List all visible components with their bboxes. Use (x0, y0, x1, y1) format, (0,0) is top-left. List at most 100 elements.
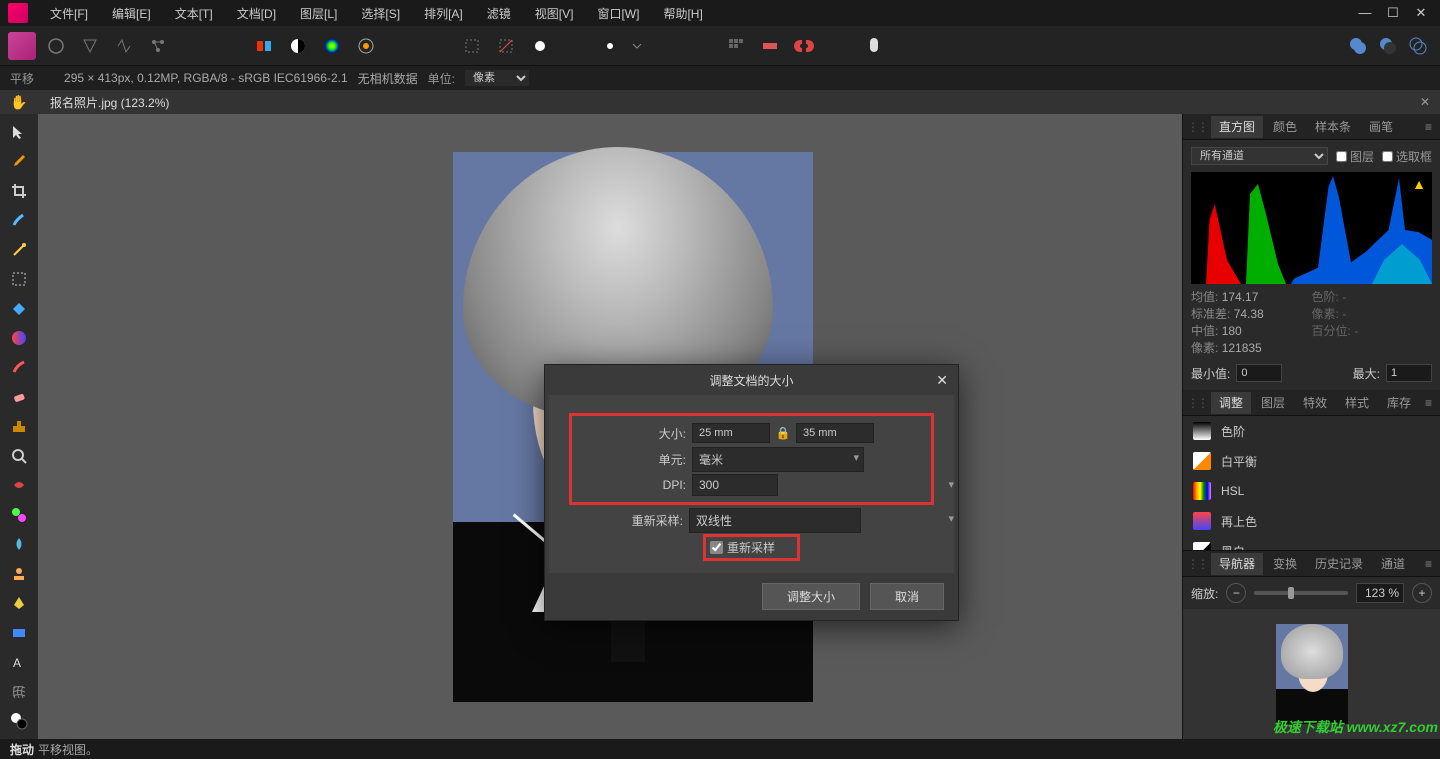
dpi-input[interactable]: 300 (692, 474, 778, 496)
adjustment-recolor[interactable]: 再上色 (1183, 506, 1440, 536)
paint-brush-tool-icon[interactable] (9, 358, 29, 377)
selection-mode-icon[interactable] (458, 32, 486, 60)
quick-mask-icon[interactable] (596, 32, 624, 60)
soft-proof-icon[interactable] (352, 32, 380, 60)
brush-tool-icon[interactable] (9, 210, 29, 229)
move-tool-icon[interactable] (9, 122, 29, 141)
tab-layers[interactable]: 图层 (1253, 392, 1293, 414)
persona-icon[interactable] (8, 32, 36, 60)
clone-tool-icon[interactable] (9, 417, 29, 436)
refine-selection-icon[interactable] (526, 32, 554, 60)
text-tool-icon[interactable]: A (9, 652, 29, 671)
channel-select[interactable]: 所有通道 (1191, 147, 1328, 165)
document-tab[interactable]: 报名照片.jpg (123.2%) (40, 94, 179, 111)
tab-adjustments[interactable]: 调整 (1211, 392, 1251, 414)
panel-handle-icon[interactable]: ⋮⋮ (1187, 396, 1207, 410)
menu-filters[interactable]: 滤镜 (475, 5, 523, 22)
minimize-icon[interactable]: — (1358, 5, 1372, 21)
selection-checkbox[interactable]: 选取框 (1382, 148, 1432, 165)
unit-select[interactable]: 毫米 (692, 447, 864, 472)
blur-tool-icon[interactable] (9, 535, 29, 554)
tab-transform[interactable]: 变换 (1265, 553, 1305, 575)
tab-channels[interactable]: 通道 (1373, 553, 1413, 575)
assistant-icon[interactable] (860, 32, 888, 60)
magic-wand-tool-icon[interactable] (9, 240, 29, 259)
inpainting-tool-icon[interactable] (9, 476, 29, 495)
panel-menu-icon[interactable]: ≡ (1421, 557, 1436, 571)
liquify-persona-icon[interactable] (42, 32, 70, 60)
resample-checkbox[interactable] (710, 541, 723, 554)
healing-brush-tool-icon[interactable] (9, 564, 29, 583)
height-input[interactable] (796, 423, 874, 443)
boolean-add-icon[interactable] (1344, 32, 1372, 60)
menu-window[interactable]: 窗口[W] (585, 5, 651, 22)
foreground-background-icon[interactable] (9, 711, 29, 730)
tab-brushes[interactable]: 画笔 (1361, 116, 1401, 138)
deselect-icon[interactable] (492, 32, 520, 60)
adjustment-bw[interactable]: 黑白 (1183, 536, 1440, 550)
close-tab-icon[interactable]: ✕ (1410, 95, 1440, 109)
marquee-tool-icon[interactable] (9, 269, 29, 288)
navigator-preview[interactable]: 极速下载站 www.xz7.com (1183, 609, 1440, 739)
guides-icon[interactable] (756, 32, 784, 60)
min-input[interactable] (1236, 364, 1282, 382)
panel-menu-icon[interactable]: ≡ (1421, 120, 1436, 134)
tab-swatches[interactable]: 样本条 (1307, 116, 1359, 138)
dropdown-icon[interactable] (630, 32, 644, 60)
develop-persona-icon[interactable] (76, 32, 104, 60)
tab-effects[interactable]: 特效 (1295, 392, 1335, 414)
menu-arrange[interactable]: 排列[A] (412, 5, 475, 22)
adjustment-hsl[interactable]: HSL (1183, 476, 1440, 506)
contrast-icon[interactable] (284, 32, 312, 60)
grid-icon[interactable] (722, 32, 750, 60)
resample-method-select[interactable]: 双线性 (689, 508, 861, 533)
erase-tool-icon[interactable] (9, 387, 29, 406)
snapping-icon[interactable] (790, 32, 818, 60)
zoom-value[interactable]: 123 % (1356, 583, 1404, 603)
tone-map-icon[interactable] (110, 32, 138, 60)
dialog-titlebar[interactable]: 调整文档的大小 ✕ (545, 365, 958, 395)
cancel-button[interactable]: 取消 (870, 583, 944, 610)
zoom-in-button[interactable]: + (1412, 583, 1432, 603)
gradient-tool-icon[interactable] (9, 328, 29, 347)
tab-histogram[interactable]: 直方图 (1211, 116, 1263, 138)
layer-checkbox[interactable]: 图层 (1336, 148, 1374, 165)
mixer-brush-tool-icon[interactable] (9, 505, 29, 524)
boolean-intersect-icon[interactable] (1404, 32, 1432, 60)
menu-view[interactable]: 视图[V] (523, 5, 586, 22)
close-icon[interactable]: ✕ (1414, 5, 1428, 21)
zoom-out-button[interactable]: − (1226, 583, 1246, 603)
color-chooser-icon[interactable] (250, 32, 278, 60)
menu-help[interactable]: 帮助[H] (651, 5, 714, 22)
tab-navigator[interactable]: 导航器 (1211, 553, 1263, 575)
tab-history[interactable]: 历史记录 (1307, 553, 1371, 575)
menu-document[interactable]: 文档[D] (225, 5, 288, 22)
resize-button[interactable]: 调整大小 (762, 583, 860, 610)
panel-menu-icon[interactable]: ≡ (1421, 396, 1436, 410)
mesh-warp-tool-icon[interactable] (9, 682, 29, 701)
width-input[interactable] (692, 423, 770, 443)
zoom-slider[interactable] (1254, 591, 1348, 595)
lock-aspect-icon[interactable]: 🔒 (774, 426, 792, 440)
tab-styles[interactable]: 样式 (1337, 392, 1377, 414)
rectangle-tool-icon[interactable] (9, 623, 29, 642)
boolean-subtract-icon[interactable] (1374, 32, 1402, 60)
adjustment-levels[interactable]: 色阶 (1183, 416, 1440, 446)
menu-select[interactable]: 选择[S] (349, 5, 412, 22)
crop-tool-icon[interactable] (9, 181, 29, 200)
dialog-close-icon[interactable]: ✕ (936, 372, 948, 389)
export-persona-icon[interactable] (144, 32, 172, 60)
color-picker-tool-icon[interactable] (9, 151, 29, 170)
hue-wheel-icon[interactable] (318, 32, 346, 60)
menu-file[interactable]: 文件[F] (38, 5, 100, 22)
unit-select[interactable]: 像素 (465, 70, 529, 86)
pen-tool-icon[interactable] (9, 594, 29, 613)
tab-color[interactable]: 颜色 (1265, 116, 1305, 138)
canvas-area[interactable]: 调整文档的大小 ✕ 大小: 🔒 单元: 毫米 DPI: (38, 114, 1182, 739)
menu-text[interactable]: 文本[T] (163, 5, 225, 22)
menu-edit[interactable]: 编辑[E] (100, 5, 163, 22)
adjustment-white-balance[interactable]: 白平衡 (1183, 446, 1440, 476)
maximize-icon[interactable]: ☐ (1386, 5, 1400, 21)
max-input[interactable] (1386, 364, 1432, 382)
zoom-tool-icon[interactable] (9, 446, 29, 465)
